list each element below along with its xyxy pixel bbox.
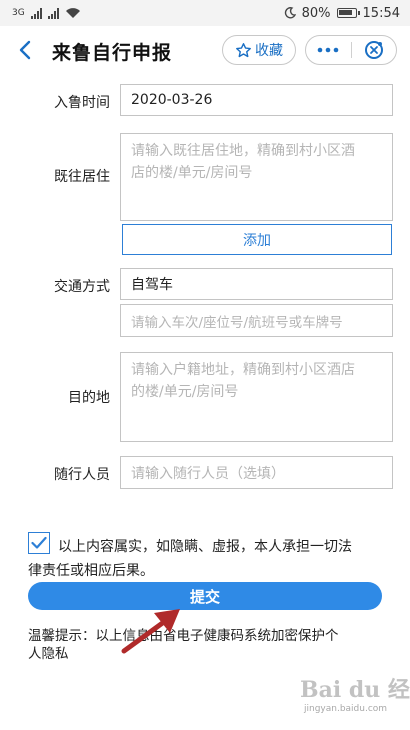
transport-select[interactable]: 自驾车 bbox=[120, 268, 393, 300]
transport-detail-input[interactable]: 请输入车次/座位号/航班号或车牌号 bbox=[120, 304, 393, 337]
arrival-time-label: 入鲁时间 bbox=[54, 95, 110, 111]
submit-button[interactable]: 提交 bbox=[28, 582, 382, 610]
wifi-icon bbox=[65, 8, 80, 18]
previous-residence-input[interactable]: 请输入既往居住地，精确到村小区酒 店的楼/单元/房间号 bbox=[120, 133, 393, 221]
moon-icon bbox=[284, 7, 296, 19]
annotation-arrow-icon bbox=[121, 609, 180, 654]
hint-text-line2: 人隐私 bbox=[28, 646, 69, 662]
companions-label: 随行人员 bbox=[54, 467, 110, 483]
agreement-text-line2: 律责任或相应后果。 bbox=[28, 563, 154, 579]
signal-icon bbox=[30, 7, 42, 19]
destination-placeholder-1: 请输入户籍地址，精确到村小区酒店 bbox=[131, 362, 355, 378]
status-left: 3G bbox=[12, 7, 81, 19]
favorite-button[interactable]: 收藏 bbox=[222, 35, 296, 65]
mini-program-capsule bbox=[305, 35, 397, 65]
chevron-left-icon[interactable] bbox=[14, 38, 38, 62]
star-icon bbox=[236, 42, 251, 57]
checkmark-icon bbox=[31, 536, 47, 549]
agreement-text-line1: 以上内容属实，如隐瞒、虚报，本人承担一切法 bbox=[58, 539, 352, 555]
more-button[interactable] bbox=[306, 36, 351, 64]
page-title: 来鲁自行申报 bbox=[52, 42, 173, 64]
favorite-label: 收藏 bbox=[255, 43, 283, 59]
watermark: Bai du 经验 jingyan.baidu.com bbox=[300, 672, 410, 724]
transport-label: 交通方式 bbox=[54, 279, 110, 295]
destination-placeholder-2: 的楼/单元/房间号 bbox=[131, 384, 239, 400]
destination-label: 目的地 bbox=[68, 390, 110, 406]
signal-icon-2 bbox=[47, 7, 59, 19]
previous-residence-placeholder-2: 店的楼/单元/房间号 bbox=[131, 165, 253, 181]
watermark-brand: Bai du 经验 bbox=[300, 677, 410, 703]
clock: 15:54 bbox=[362, 5, 400, 21]
battery-icon bbox=[336, 8, 360, 18]
previous-residence-placeholder-1: 请输入既往居住地，精确到村小区酒 bbox=[131, 143, 355, 159]
companions-input[interactable]: 请输入随行人员（选填） bbox=[120, 456, 393, 489]
arrival-time-input[interactable]: 2020-03-26 bbox=[120, 84, 393, 116]
header: 来鲁自行申报 收藏 bbox=[0, 26, 410, 76]
status-bar: 3G 80% 15:54 bbox=[0, 0, 410, 26]
watermark-url: jingyan.baidu.com bbox=[304, 704, 388, 714]
add-residence-button[interactable]: 添加 bbox=[122, 224, 392, 255]
agreement-checkbox[interactable] bbox=[28, 532, 50, 554]
close-circle-icon bbox=[364, 41, 383, 59]
battery-percent: 80% bbox=[301, 5, 331, 21]
status-right: 80% 15:54 bbox=[284, 6, 400, 21]
network-type: 3G bbox=[12, 8, 25, 18]
close-button[interactable] bbox=[351, 36, 396, 64]
destination-input[interactable]: 请输入户籍地址，精确到村小区酒店 的楼/单元/房间号 bbox=[120, 352, 393, 442]
more-icon bbox=[317, 47, 339, 53]
previous-residence-label: 既往居住 bbox=[54, 169, 110, 185]
